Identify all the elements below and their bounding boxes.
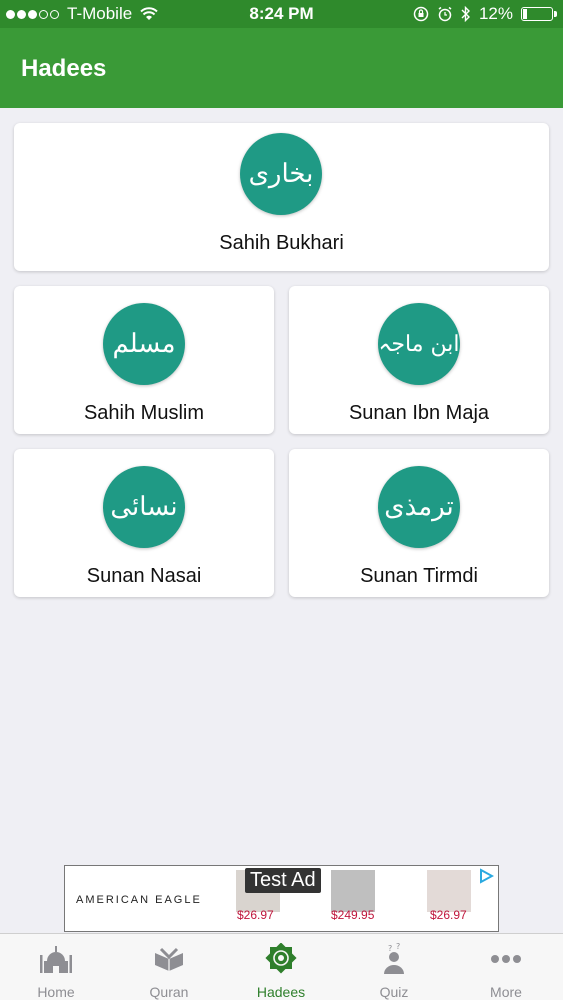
book-card-sunan-ibn-maja[interactable]: ابن ماجہ Sunan Ibn Maja bbox=[289, 286, 549, 434]
book-name: Sunan Tirmdi bbox=[360, 565, 478, 587]
page-title: Hadees bbox=[21, 55, 107, 82]
bukhari-calligraphy-icon: بخاری bbox=[240, 133, 322, 215]
svg-text:?: ? bbox=[396, 943, 400, 951]
nasai-calligraphy-icon: نسائی bbox=[103, 466, 185, 548]
book-card-sahih-bukhari[interactable]: بخاری Sahih Bukhari bbox=[14, 123, 549, 271]
tirmdi-calligraphy-icon: ترمذی bbox=[378, 466, 460, 548]
ad-product-image bbox=[427, 870, 471, 912]
rotation-lock-icon bbox=[413, 6, 429, 22]
battery-icon bbox=[521, 7, 557, 21]
book-card-sunan-nasai[interactable]: نسائی Sunan Nasai bbox=[14, 449, 274, 597]
battery-percent: 12% bbox=[478, 4, 513, 23]
book-name: Sunan Ibn Maja bbox=[348, 402, 490, 424]
quran-book-icon bbox=[155, 947, 183, 971]
battery-level-fill bbox=[523, 9, 527, 19]
tab-label: Hadees bbox=[256, 984, 306, 1000]
status-bar: T-Mobile 8:24 PM 12% bbox=[0, 0, 563, 28]
ibn-maja-calligraphy-icon: ابن ماجہ bbox=[378, 303, 460, 385]
tab-quiz[interactable]: ? ? Quiz bbox=[338, 934, 450, 1000]
test-ad-label: Test Ad bbox=[245, 868, 321, 893]
more-dots-icon bbox=[491, 955, 521, 963]
star-emblem-icon bbox=[265, 943, 297, 974]
book-name: Sahih Muslim bbox=[83, 402, 205, 424]
ad-banner[interactable]: AMERICAN EAGLE $26.97 $249.95 $26.97 Tes… bbox=[64, 865, 499, 932]
ad-price: $26.97 bbox=[237, 908, 274, 922]
book-card-sunan-tirmdi[interactable]: ترمذی Sunan Tirmdi bbox=[289, 449, 549, 597]
ad-price: $249.95 bbox=[331, 908, 375, 922]
ad-product-image bbox=[331, 870, 375, 912]
app-bar: Hadees bbox=[0, 28, 563, 108]
bluetooth-icon bbox=[461, 6, 470, 22]
tab-label: Quiz bbox=[379, 984, 409, 1000]
tab-label: Quran bbox=[149, 984, 189, 1000]
book-card-sahih-muslim[interactable]: مسلم Sahih Muslim bbox=[14, 286, 274, 434]
mosque-icon bbox=[40, 946, 72, 973]
quiz-person-icon: ? ? bbox=[384, 943, 404, 974]
ad-price: $26.97 bbox=[430, 908, 467, 922]
tab-label: Home bbox=[37, 984, 75, 1000]
tab-hadees[interactable]: Hadees bbox=[225, 934, 337, 1000]
tab-home[interactable]: Home bbox=[0, 934, 112, 1000]
book-name: Sunan Nasai bbox=[86, 565, 202, 587]
status-right: 12% bbox=[413, 4, 557, 24]
ad-brand: AMERICAN EAGLE bbox=[76, 894, 202, 906]
tab-label: More bbox=[490, 984, 522, 1000]
book-name: Sahih Bukhari bbox=[219, 232, 344, 254]
muslim-calligraphy-icon: مسلم bbox=[103, 303, 185, 385]
svg-text:?: ? bbox=[388, 944, 392, 953]
ad-choices-icon[interactable] bbox=[478, 868, 494, 884]
tab-bar: Home Quran Hadees ? ? Quiz More bbox=[0, 933, 563, 1000]
tab-more[interactable]: More bbox=[450, 934, 562, 1000]
tab-quran[interactable]: Quran bbox=[113, 934, 225, 1000]
alarm-icon bbox=[438, 6, 452, 22]
